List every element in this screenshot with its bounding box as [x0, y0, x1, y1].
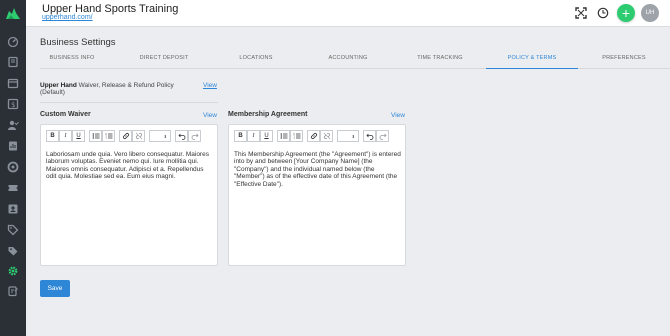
- undo-icon[interactable]: [175, 130, 188, 142]
- clipboard-icon[interactable]: [5, 284, 21, 298]
- redo-icon[interactable]: [376, 130, 389, 142]
- unlink-icon[interactable]: [132, 130, 145, 142]
- dashboard-icon[interactable]: [5, 34, 21, 48]
- tag-icon[interactable]: [5, 223, 21, 237]
- redo-icon[interactable]: [188, 130, 201, 142]
- user-check-icon[interactable]: [5, 118, 21, 132]
- custom-waiver-text[interactable]: Laboriosam unde quia. Vero libero conseq…: [46, 151, 214, 181]
- link-icon[interactable]: [119, 130, 132, 142]
- bold-button[interactable]: B: [234, 130, 247, 142]
- policy-default-label: (Default): [40, 89, 65, 96]
- bullet-list-icon[interactable]: [89, 130, 102, 142]
- policy-name: Upper Hand: [40, 82, 77, 89]
- bullet-list-icon[interactable]: [277, 130, 290, 142]
- editor-toolbar: B I U ⬍: [46, 130, 201, 142]
- numbered-list-icon[interactable]: [102, 130, 115, 142]
- divider: [40, 102, 218, 103]
- page-title: Business Settings: [40, 37, 116, 48]
- svg-text:$: $: [11, 101, 15, 109]
- book-icon[interactable]: [5, 55, 21, 69]
- tab-business-info[interactable]: BUSINESS INFO: [40, 50, 104, 69]
- custom-waiver-label: Custom Waiver: [40, 111, 91, 118]
- unlink-icon[interactable]: [320, 130, 333, 142]
- policy-description: Waiver, Release & Refund Policy: [78, 82, 174, 89]
- membership-agreement-label: Membership Agreement: [228, 111, 308, 118]
- membership-agreement-text[interactable]: This Membership Agreement (the "Agreemen…: [234, 151, 402, 188]
- calendar-icon[interactable]: [5, 76, 21, 90]
- underline-button[interactable]: U: [72, 130, 85, 142]
- settings-tabs: BUSINESS INFO DIRECT DEPOSIT LOCATIONS A…: [40, 50, 670, 69]
- avatar[interactable]: UH: [641, 4, 659, 22]
- numbered-list-icon[interactable]: [290, 130, 303, 142]
- link-icon[interactable]: [307, 130, 320, 142]
- italic-button[interactable]: I: [247, 130, 260, 142]
- bold-button[interactable]: B: [46, 130, 59, 142]
- save-button[interactable]: Save: [40, 280, 70, 297]
- fullscreen-icon[interactable]: [574, 6, 588, 20]
- format-select[interactable]: ⬍: [337, 130, 359, 142]
- sidebar: $: [0, 0, 26, 336]
- underline-button[interactable]: U: [260, 130, 273, 142]
- store-icon[interactable]: [5, 160, 21, 174]
- add-button[interactable]: +: [617, 4, 635, 22]
- upper-hand-logo-icon[interactable]: [0, 0, 26, 26]
- undo-icon[interactable]: [363, 130, 376, 142]
- policy-view-link[interactable]: View: [203, 82, 217, 89]
- format-select[interactable]: ⬍: [149, 130, 171, 142]
- tags-icon[interactable]: [5, 244, 21, 258]
- membership-agreement-view-link[interactable]: View: [391, 112, 405, 119]
- editor-toolbar: B I U ⬍: [234, 130, 389, 142]
- tab-preferences[interactable]: PREFERENCES: [590, 50, 658, 69]
- default-policy: Upper Hand Waiver, Release & Refund Poli…: [40, 82, 220, 96]
- tab-direct-deposit[interactable]: DIRECT DEPOSIT: [130, 50, 198, 69]
- dollar-report-icon[interactable]: $: [5, 97, 21, 111]
- top-header: Upper Hand Sports Training upperhand.com…: [26, 0, 670, 27]
- custom-waiver-view-link[interactable]: View: [203, 112, 217, 119]
- custom-waiver-editor[interactable]: B I U ⬍ Laboriosam unde quia. Vero liber…: [40, 124, 218, 266]
- tab-locations[interactable]: LOCATIONS: [226, 50, 286, 69]
- contacts-icon[interactable]: [5, 202, 21, 216]
- ticket-icon[interactable]: [5, 181, 21, 195]
- tab-accounting[interactable]: ACCOUNTING: [316, 50, 380, 69]
- tab-policy-terms[interactable]: POLICY & TERMS: [486, 50, 578, 69]
- italic-button[interactable]: I: [59, 130, 72, 142]
- clock-icon[interactable]: [596, 6, 610, 20]
- tab-time-tracking[interactable]: TIME TRACKING: [406, 50, 474, 69]
- membership-agreement-editor[interactable]: B I U ⬍ This Membership Agreement (the "…: [228, 124, 406, 266]
- business-url-link[interactable]: upperhand.com/: [42, 14, 93, 21]
- settings-gear-icon[interactable]: [5, 264, 21, 278]
- report-icon[interactable]: [5, 139, 21, 153]
